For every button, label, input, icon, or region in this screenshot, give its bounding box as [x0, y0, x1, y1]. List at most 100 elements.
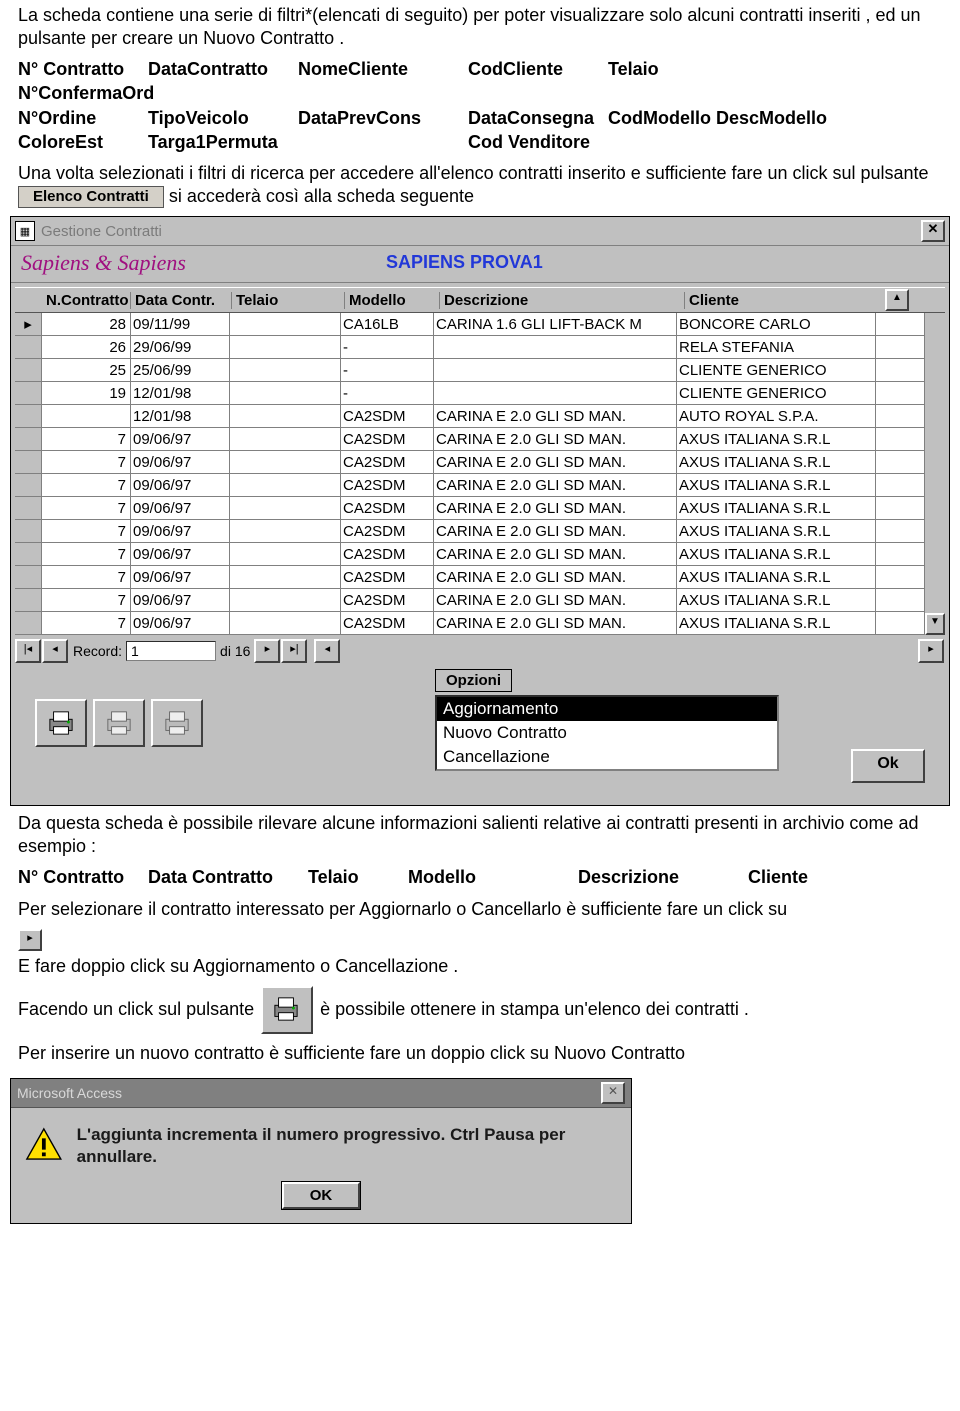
cell-datacontr: 09/06/97 — [131, 520, 230, 542]
row-selector[interactable] — [15, 566, 42, 588]
msgbox-titlebar: Microsoft Access ✕ — [11, 1079, 631, 1108]
cell-datacontr: 12/01/98 — [131, 382, 230, 404]
cell-modello: CA2SDM — [341, 566, 434, 588]
scroll-up-icon[interactable]: ▲ — [885, 289, 909, 311]
cell-descrizione: CARINA E 2.0 GLI SD MAN. — [434, 474, 677, 496]
row-selector[interactable] — [15, 451, 42, 473]
cell-descrizione: CARINA E 2.0 GLI SD MAN. — [434, 497, 677, 519]
cell-datacontr: 09/06/97 — [131, 566, 230, 588]
nav-last-icon[interactable]: ▸| — [281, 639, 307, 663]
cell-modello: CA2SDM — [341, 520, 434, 542]
filter-telaio: Telaio — [608, 57, 659, 81]
table-row[interactable]: 12/01/98CA2SDMCARINA E 2.0 GLI SD MAN.AU… — [15, 405, 945, 428]
header-datacontr[interactable]: Data Contr. — [131, 292, 232, 309]
options-listbox[interactable]: Aggiornamento Nuovo Contratto Cancellazi… — [435, 695, 779, 771]
option-nuovo-contratto[interactable]: Nuovo Contratto — [437, 721, 777, 745]
row-selector[interactable] — [15, 543, 42, 565]
nav-next-icon[interactable]: ▸ — [254, 639, 280, 663]
horizontal-scrollbar[interactable]: ◂ ▸ — [314, 639, 945, 663]
filter-targa1permuta: Targa1Permuta — [148, 130, 468, 154]
header-ncontratto[interactable]: N.Contratto — [42, 292, 131, 309]
nav-first-icon[interactable]: |◂ — [15, 639, 41, 663]
col-datacontratto: Data Contratto — [148, 867, 308, 888]
table-row[interactable]: 709/06/97CA2SDMCARINA E 2.0 GLI SD MAN.A… — [15, 497, 945, 520]
table-row[interactable]: 709/06/97CA2SDMCARINA E 2.0 GLI SD MAN.A… — [15, 451, 945, 474]
cell-datacontr: 29/06/99 — [131, 336, 230, 358]
row-selector[interactable] — [15, 359, 42, 381]
row-selector-icon[interactable]: ▸ — [18, 929, 42, 951]
cell-ncontratto: 7 — [42, 566, 131, 588]
print-button-2[interactable] — [93, 699, 145, 747]
option-cancellazione[interactable]: Cancellazione — [437, 745, 777, 769]
table-row[interactable]: 709/06/97CA2SDMCARINA E 2.0 GLI SD MAN.A… — [15, 520, 945, 543]
cell-ncontratto: 7 — [42, 474, 131, 496]
grid-header: N.Contratto Data Contr. Telaio Modello D… — [15, 287, 945, 313]
print-button-3[interactable] — [151, 699, 203, 747]
row-selector[interactable] — [15, 497, 42, 519]
row-selector[interactable] — [15, 589, 42, 611]
hscroll-right-icon[interactable]: ▸ — [918, 639, 944, 663]
table-row[interactable]: ▸2809/11/99CA16LBCARINA 1.6 GLI LIFT-BAC… — [15, 313, 945, 336]
mid-text: Una volta selezionati i filtri di ricerc… — [18, 162, 942, 208]
cell-ncontratto: 7 — [42, 497, 131, 519]
msgbox-ok-button[interactable]: OK — [282, 1182, 361, 1209]
table-row[interactable]: 709/06/97CA2SDMCARINA E 2.0 GLI SD MAN.A… — [15, 566, 945, 589]
cell-ncontratto: 7 — [42, 612, 131, 634]
vertical-scrollbar[interactable]: ▼ — [924, 313, 945, 635]
row-selector[interactable]: ▸ — [15, 313, 42, 335]
scroll-down-icon[interactable]: ▼ — [925, 613, 945, 635]
cell-ncontratto: 19 — [42, 382, 131, 404]
cell-modello: CA2SDM — [341, 474, 434, 496]
row-selector[interactable] — [15, 474, 42, 496]
close-icon[interactable]: ✕ — [601, 1082, 625, 1104]
nav-record-input[interactable]: 1 — [126, 641, 216, 661]
cell-datacontr: 09/06/97 — [131, 428, 230, 450]
ok-button[interactable]: Ok — [851, 749, 925, 783]
print-button-1[interactable] — [35, 699, 87, 747]
cell-telaio — [230, 543, 341, 565]
option-aggiornamento[interactable]: Aggiornamento — [437, 697, 777, 721]
opzioni-label: Opzioni — [435, 669, 512, 692]
table-row[interactable]: 1912/01/98-CLIENTE GENERICO — [15, 382, 945, 405]
para5-a: Facendo un click sul pulsante — [18, 998, 259, 1018]
table-row[interactable]: 2629/06/99-RELA STEFANIA — [15, 336, 945, 359]
table-row[interactable]: 709/06/97CA2SDMCARINA E 2.0 GLI SD MAN.A… — [15, 612, 945, 635]
row-selector[interactable] — [15, 382, 42, 404]
header-cliente[interactable]: Cliente — [685, 292, 885, 309]
table-row[interactable]: 709/06/97CA2SDMCARINA E 2.0 GLI SD MAN.A… — [15, 474, 945, 497]
printer-icon — [162, 710, 192, 736]
cell-cliente: AXUS ITALIANA S.R.L — [677, 543, 876, 565]
cell-datacontr: 09/11/99 — [131, 313, 230, 335]
cell-cliente: AXUS ITALIANA S.R.L — [677, 566, 876, 588]
row-selector[interactable] — [15, 520, 42, 542]
cell-modello: CA2SDM — [341, 612, 434, 634]
cell-descrizione — [434, 336, 677, 358]
cell-modello: - — [341, 382, 434, 404]
table-row[interactable]: 709/06/97CA2SDMCARINA E 2.0 GLI SD MAN.A… — [15, 543, 945, 566]
cell-modello: CA2SDM — [341, 405, 434, 427]
col-ncontratto: N° Contratto — [18, 867, 148, 888]
cell-datacontr: 09/06/97 — [131, 589, 230, 611]
form-icon: ▦ — [15, 221, 35, 241]
hscroll-left-icon[interactable]: ◂ — [314, 639, 340, 663]
filters-list: N° Contratto DataContratto NomeCliente C… — [18, 57, 942, 154]
row-selector[interactable] — [15, 428, 42, 450]
row-selector[interactable] — [15, 336, 42, 358]
row-selector[interactable] — [15, 405, 42, 427]
header-telaio[interactable]: Telaio — [232, 292, 345, 309]
header-modello[interactable]: Modello — [345, 292, 440, 309]
cell-ncontratto: 7 — [42, 543, 131, 565]
header-descrizione[interactable]: Descrizione — [440, 292, 685, 309]
table-row[interactable]: 709/06/97CA2SDMCARINA E 2.0 GLI SD MAN.A… — [15, 589, 945, 612]
cell-descrizione — [434, 382, 677, 404]
col-cliente: Cliente — [748, 867, 808, 888]
close-icon[interactable]: ✕ — [921, 220, 945, 242]
print-button-inline[interactable] — [261, 986, 313, 1034]
cell-cliente: CLIENTE GENERICO — [677, 359, 876, 381]
nav-prev-icon[interactable]: ◂ — [42, 639, 68, 663]
table-row[interactable]: 2525/06/99-CLIENTE GENERICO — [15, 359, 945, 382]
table-row[interactable]: 709/06/97CA2SDMCARINA E 2.0 GLI SD MAN.A… — [15, 428, 945, 451]
row-selector[interactable] — [15, 612, 42, 634]
elenco-contratti-button[interactable]: Elenco Contratti — [18, 186, 164, 209]
printer-icon — [46, 710, 76, 736]
